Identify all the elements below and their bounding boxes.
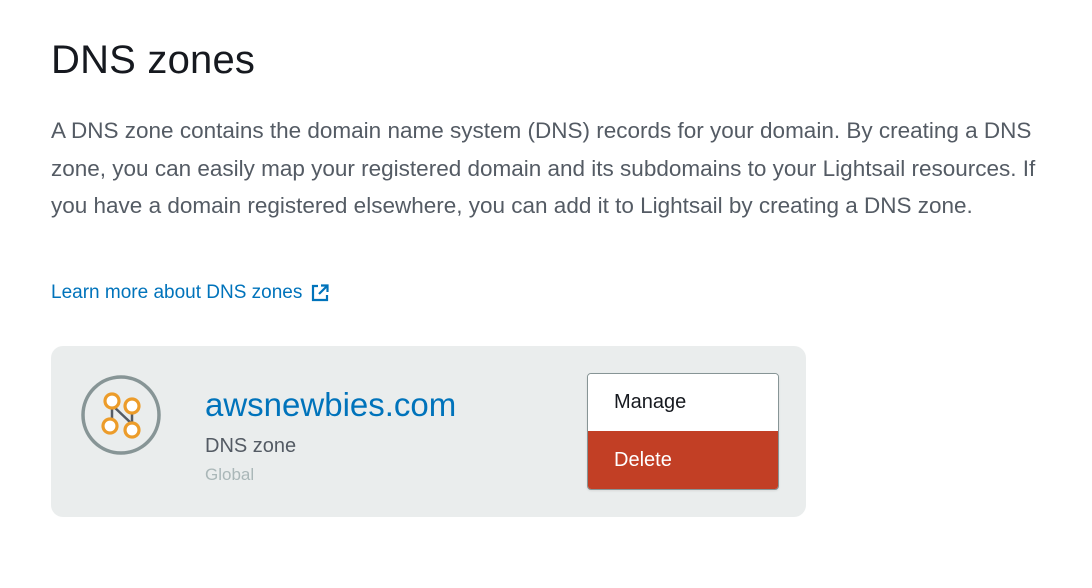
- dns-zone-icon: [81, 375, 161, 455]
- dns-zones-page: DNS zones A DNS zone contains the domain…: [0, 0, 1092, 588]
- learn-more-label: Learn more about DNS zones: [51, 282, 303, 303]
- page-description: A DNS zone contains the domain name syst…: [51, 118, 1036, 218]
- dns-zone-card: awsnewbies.com DNS zone Global Manage De…: [51, 346, 806, 517]
- page-title: DNS zones: [51, 38, 256, 82]
- zone-name-link[interactable]: awsnewbies.com: [205, 384, 456, 426]
- zone-type: DNS zone: [205, 435, 297, 457]
- learn-more-link[interactable]: Learn more about DNS zones: [51, 280, 330, 306]
- external-link-icon: [312, 284, 329, 302]
- zone-actions-menu: Manage Delete: [587, 373, 779, 490]
- manage-menu-item[interactable]: Manage: [588, 374, 778, 431]
- zone-region: Global: [205, 465, 255, 484]
- delete-menu-item[interactable]: Delete: [588, 431, 778, 489]
